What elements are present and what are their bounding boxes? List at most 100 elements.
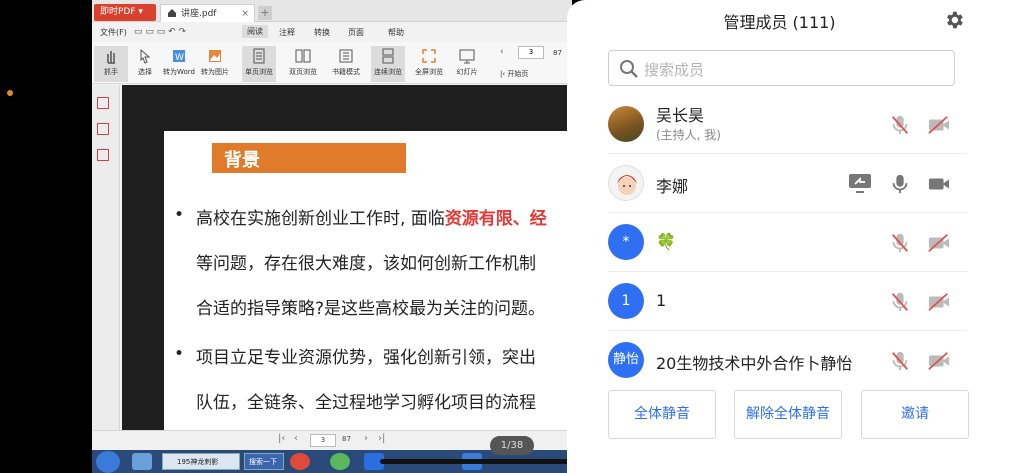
to-word-button[interactable]: W 转为Word [162, 46, 196, 82]
toolbar-quick-icons[interactable]: ▭ ▭ ▭ ↶ ↷ [134, 27, 186, 37]
document-viewer[interactable]: 背景 • 高校在实施创新创业工作时, 面临资源有限、经 等问题，存在很大难度，该… [122, 85, 572, 431]
tool-label: 全屏浏览 [415, 68, 443, 76]
slide-line-2: 等问题，存在很大难度，该如何创新工作机制 [196, 254, 536, 274]
camera-icon[interactable] [926, 173, 952, 195]
mic-muted-icon[interactable] [889, 114, 911, 136]
close-icon[interactable]: × [241, 5, 249, 23]
search-icon [620, 60, 638, 78]
fullscreen-icon [422, 49, 436, 63]
mic-muted-icon[interactable] [889, 350, 911, 372]
app-tab[interactable]: 即时PDF ▾ [94, 4, 156, 21]
cursor-icon [140, 48, 151, 64]
camera-off-icon[interactable] [926, 291, 952, 313]
thumbnails-icon[interactable] [97, 97, 109, 109]
pdf-reader-window: 即时PDF ▾ 讲座.pdf × + 文件(F) ▭ ▭ ▭ ↶ ↷ 阅读 注释… [92, 0, 572, 450]
member-row[interactable]: 1 1 [608, 273, 967, 331]
screen-share-icon[interactable] [848, 172, 872, 194]
search-placeholder: 搜索成员 [644, 61, 705, 79]
gear-icon[interactable] [943, 9, 965, 31]
last-page-icon[interactable]: ›| [378, 433, 385, 444]
bullet-icon: • [174, 205, 185, 225]
app-icon[interactable] [330, 453, 350, 470]
slideshow-icon [459, 49, 475, 64]
screen: 即时PDF ▾ 讲座.pdf × + 文件(F) ▭ ▭ ▭ ↶ ↷ 阅读 注释… [0, 0, 1024, 473]
select-tool-button[interactable]: 选择 [128, 46, 162, 82]
page-number-input[interactable]: 3 [518, 46, 544, 59]
first-page-icon[interactable]: |‹ [278, 433, 285, 444]
slide-line-3: 合适的指导策略?是这些高校最为关注的问题。 [196, 299, 546, 319]
next-page-icon[interactable]: › [364, 433, 368, 444]
start-button[interactable] [96, 451, 120, 473]
avatar: 1 [608, 283, 644, 319]
app-tab-label: 即时PDF [100, 7, 136, 17]
member-row[interactable]: 静怡 20生物技术中外合作卜静怡 [608, 332, 967, 390]
mute-all-button[interactable]: 全体静音 [608, 390, 716, 439]
taskbar-item-browser[interactable]: 195神龙刺影 [162, 453, 240, 470]
tool-label: 书籍模式 [332, 68, 360, 76]
avatar [608, 106, 644, 142]
single-page-button[interactable]: 单页浏览 [242, 46, 276, 82]
mic-icon[interactable] [889, 173, 911, 195]
member-role: (主持人, 我) [656, 128, 721, 142]
tool-label: 双页浏览 [289, 68, 317, 76]
fullscreen-button[interactable]: 全屏浏览 [412, 46, 446, 82]
member-name: 李娜 [656, 177, 689, 196]
menu-file[interactable]: 文件(F) [100, 27, 127, 38]
bottom-page-input[interactable]: 3 [310, 434, 336, 447]
double-page-icon [295, 49, 311, 63]
bullet-icon: • [174, 344, 185, 364]
member-row[interactable]: 李娜 [608, 155, 967, 213]
page-counter: 1/38 [490, 436, 534, 455]
document-tab[interactable]: 讲座.pdf × [160, 4, 255, 22]
camera-off-icon[interactable] [926, 350, 952, 372]
taskbar-item-label: 搜索一下 [249, 458, 277, 466]
menu-convert[interactable]: 转换 [314, 27, 330, 38]
to-image-button[interactable]: 转为图片 [198, 46, 232, 82]
member-row[interactable]: * 🍀 [608, 214, 967, 272]
prev-page-icon[interactable]: ‹ [294, 433, 298, 444]
unmute-all-button[interactable]: 解除全体静音 [734, 390, 842, 439]
menu-read[interactable]: 阅读 [242, 25, 268, 38]
slideshow-button[interactable]: 幻灯片 [450, 46, 484, 82]
cartoon-avatar-icon [617, 175, 637, 195]
single-page-icon [253, 48, 265, 64]
chrome-icon[interactable] [290, 453, 310, 470]
menu-help[interactable]: 帮助 [388, 27, 404, 38]
book-mode-button[interactable]: 书籍模式 [329, 46, 363, 82]
taskbar-item-search[interactable]: 搜索一下 [244, 453, 284, 470]
tool-label: 连续浏览 [374, 68, 402, 76]
annotations-icon[interactable] [97, 149, 109, 161]
toolbar: 抓手 选择 W 转为Word 转为图片 单页浏览 双页浏览 书籍模式 连续浏览 … [92, 42, 572, 84]
avatar: * [608, 224, 644, 260]
home-icon [168, 9, 176, 17]
manage-members-panel: 管理成员 (111) 搜索成员 吴长昊 (主持人, 我) 李娜 * 🍀 1 1 … [567, 0, 1024, 473]
word-icon: W [173, 50, 185, 63]
new-tab-button[interactable]: + [258, 6, 272, 20]
menu-annotate[interactable]: 注释 [279, 27, 295, 38]
menu-page[interactable]: 页面 [348, 27, 364, 38]
prev-page-icon[interactable]: ‹ [500, 47, 504, 57]
continuous-button[interactable]: 连续浏览 [371, 46, 405, 82]
hand-tool-button[interactable]: 抓手 [94, 46, 128, 82]
slide-heading-bar: 背景 [212, 143, 406, 173]
member-name: 吴长昊 [656, 106, 705, 125]
start-page-button[interactable]: |‹ 开始页 [500, 69, 528, 79]
mic-muted-icon[interactable] [889, 291, 911, 313]
invite-button[interactable]: 邀请 [861, 390, 969, 439]
page-total: 87 [553, 49, 562, 57]
camera-off-icon[interactable] [926, 114, 952, 136]
avatar [608, 165, 644, 201]
member-name: 20生物技术中外合作卜静怡 [656, 354, 853, 373]
bookmarks-icon[interactable] [97, 123, 109, 135]
mic-muted-icon[interactable] [889, 232, 911, 254]
search-member-input[interactable]: 搜索成员 [608, 50, 955, 86]
app-icon[interactable] [132, 453, 152, 470]
bottom-page-total: 87 [342, 435, 351, 443]
slide-page: 背景 • 高校在实施创新创业工作时, 面临资源有限、经 等问题，存在很大难度，该… [164, 131, 572, 431]
double-page-button[interactable]: 双页浏览 [286, 46, 320, 82]
slide-line-5: 队伍，全链条、全过程地学习孵化项目的流程 [196, 393, 536, 413]
title-bar: 即时PDF ▾ 讲座.pdf × + [92, 0, 572, 22]
camera-off-icon[interactable] [926, 232, 952, 254]
member-row[interactable]: 吴长昊 (主持人, 我) [608, 96, 967, 154]
svg-text:W: W [175, 53, 184, 63]
